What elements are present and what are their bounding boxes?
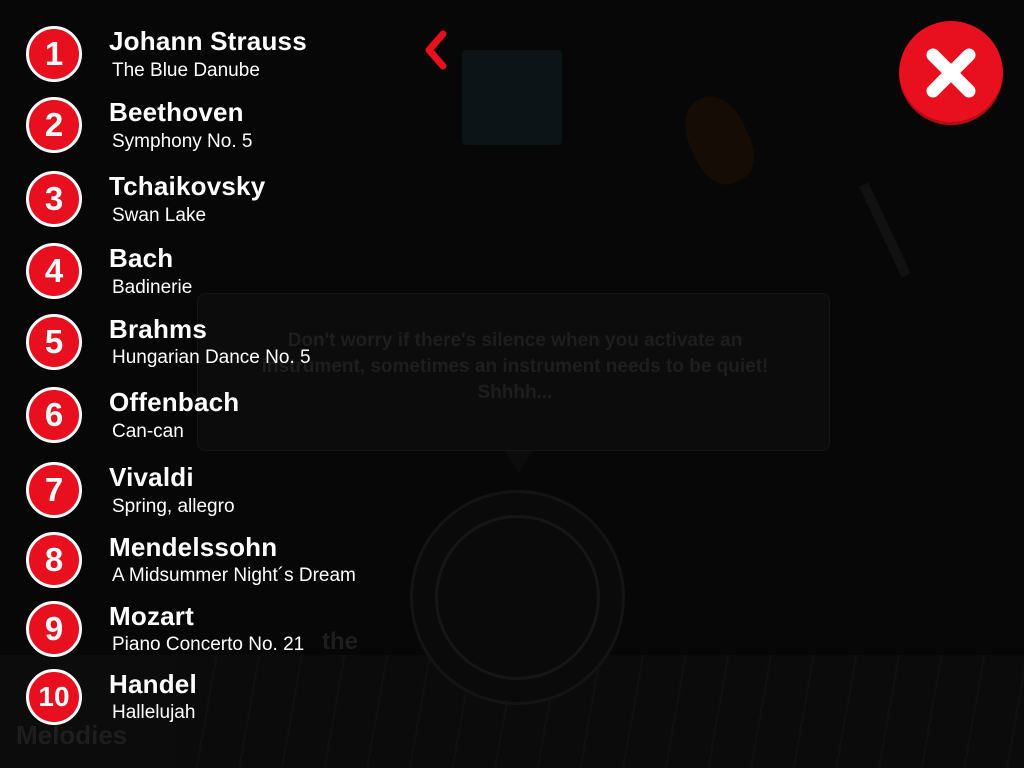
melody-number-badge: 1 [26,26,82,82]
melody-composer: Tchaikovsky [109,171,266,201]
melody-title: Badinerie [112,277,193,298]
melody-title: Hungarian Dance No. 5 [112,347,311,368]
melody-item-7[interactable]: 7 Vivaldi Spring, allegro [0,458,400,522]
melody-item-8[interactable]: 8 Mendelssohn A Midsummer Night´s Dream [0,528,400,592]
melody-title: Piano Concerto No. 21 [112,634,305,655]
melody-item-2[interactable]: 2 Beethoven Symphony No. 5 [0,93,400,157]
sticks-instrument [859,182,911,278]
melody-number-badge: 3 [26,171,82,227]
melody-item-1[interactable]: 1 Johann Strauss The Blue Danube [0,22,400,86]
melody-composer: Vivaldi [109,462,194,492]
hint-tooltip-arrow [505,451,533,473]
melody-title: Swan Lake [112,205,207,226]
melody-number-badge: 10 [26,669,82,725]
melody-number-badge: 6 [26,387,82,443]
melody-number-badge: 8 [26,532,82,588]
drum-inner-ring [435,515,600,680]
melody-title: Hallelujah [112,702,196,723]
back-button[interactable] [418,30,454,70]
melody-item-6[interactable]: 6 Offenbach Can-can [0,383,400,447]
melody-number-badge: 4 [26,243,82,299]
melody-composer: Mendelssohn [109,532,278,562]
melody-composer: Brahms [109,314,208,344]
melody-title: The Blue Danube [112,60,260,81]
melody-item-4[interactable]: 4 Bach Badinerie [0,239,400,303]
melody-composer: Offenbach [109,387,240,417]
melody-number-badge: 2 [26,97,82,153]
melody-title: Can-can [112,421,184,442]
melody-composer: Mozart [109,601,194,631]
violin-instrument [673,86,765,194]
melody-composer: Johann Strauss [109,26,307,56]
melody-composer: Beethoven [109,97,244,127]
melody-composer: Handel [109,669,197,699]
melody-item-5[interactable]: 5 Brahms Hungarian Dance No. 5 [0,310,400,374]
melody-number-badge: 9 [26,601,82,657]
melody-composer: Bach [109,243,174,273]
close-button[interactable] [899,21,1003,125]
drum-button [410,490,625,705]
melody-number-badge: 5 [26,314,82,370]
melody-title: A Midsummer Night´s Dream [112,565,356,586]
chevron-left-icon [425,30,447,70]
melody-item-3[interactable]: 3 Tchaikovsky Swan Lake [0,167,400,231]
keyboard-instrument [462,50,562,145]
melody-item-10[interactable]: 10 Handel Hallelujah [0,665,400,729]
melody-number-badge: 7 [26,462,82,518]
close-icon [926,48,976,98]
melody-title: Symphony No. 5 [112,131,253,152]
melody-item-9[interactable]: 9 Mozart Piano Concerto No. 21 [0,597,400,661]
melody-title: Spring, allegro [112,496,235,517]
